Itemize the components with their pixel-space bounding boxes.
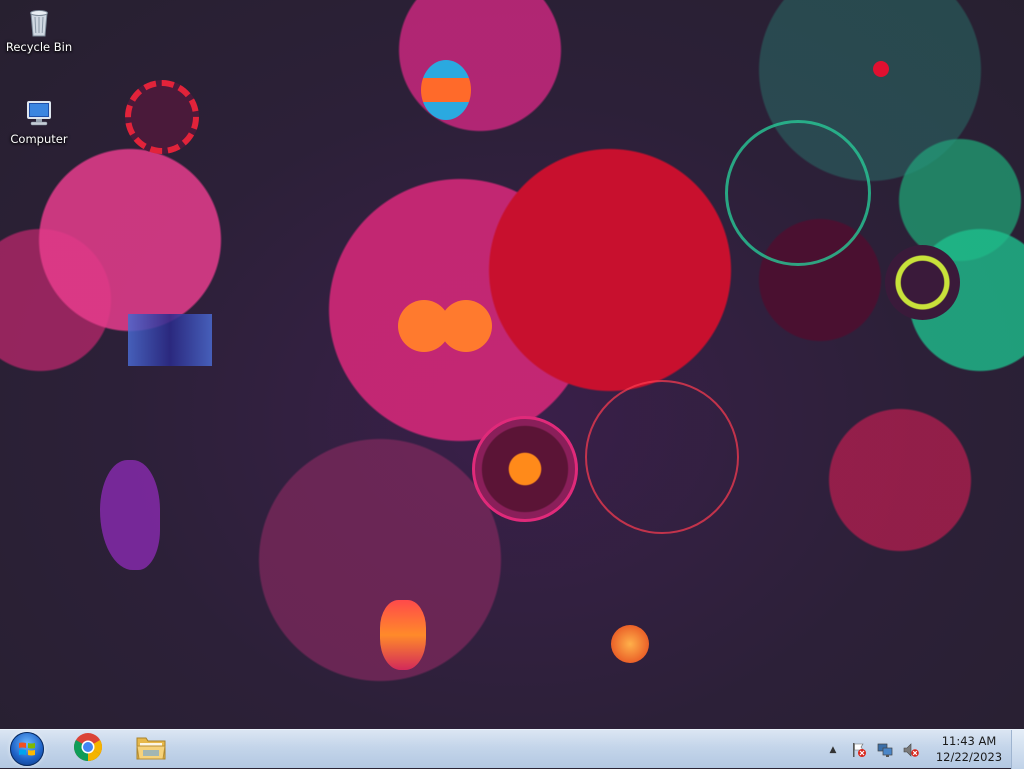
show-desktop-button[interactable] bbox=[1011, 730, 1024, 769]
desktop-icon-recycle-bin[interactable]: Recycle Bin bbox=[3, 6, 75, 54]
wallpaper-striped-ball bbox=[885, 245, 960, 320]
computer-icon bbox=[23, 98, 55, 130]
wallpaper-blue-square bbox=[128, 314, 212, 366]
taskbar-file-explorer-button[interactable] bbox=[123, 732, 179, 766]
start-button[interactable] bbox=[2, 732, 52, 766]
wallpaper-sun-shape bbox=[125, 80, 199, 154]
action-center-flag-icon[interactable] bbox=[851, 742, 867, 758]
recycle-bin-icon bbox=[23, 6, 55, 38]
wallpaper-vase bbox=[380, 600, 426, 670]
clock-time: 11:43 AM bbox=[941, 734, 997, 748]
taskbar: ▲ 11:43 AM 12/22/2023 bbox=[0, 729, 1024, 769]
wallpaper-red-spiral bbox=[585, 380, 739, 534]
volume-muted-icon[interactable] bbox=[903, 742, 919, 758]
windows-start-orb-icon bbox=[10, 732, 44, 766]
desktop-wallpaper[interactable]: Recycle Bin Computer bbox=[0, 0, 1024, 729]
wallpaper-green-swirl bbox=[725, 120, 871, 266]
wallpaper-heart-right bbox=[440, 300, 492, 352]
desktop-icon-computer[interactable]: Computer bbox=[3, 98, 75, 146]
wallpaper-purple-drop bbox=[100, 460, 160, 570]
show-hidden-icons-button[interactable]: ▲ bbox=[825, 742, 841, 758]
system-tray: ▲ bbox=[820, 730, 924, 769]
recycle-bin-label: Recycle Bin bbox=[5, 40, 73, 54]
clock-date: 12/22/2023 bbox=[935, 750, 1003, 764]
network-icon[interactable] bbox=[877, 742, 893, 758]
wallpaper-orange-orb bbox=[421, 60, 471, 120]
folder-icon bbox=[135, 733, 167, 765]
taskbar-clock[interactable]: 11:43 AM 12/22/2023 bbox=[934, 733, 1004, 765]
taskbar-chrome-button[interactable] bbox=[60, 732, 116, 766]
wallpaper-red-dot bbox=[873, 61, 889, 77]
wallpaper-dark-sphere bbox=[472, 416, 578, 522]
chrome-icon bbox=[73, 732, 103, 766]
wallpaper-small-orange-ball bbox=[611, 625, 649, 663]
computer-label: Computer bbox=[10, 132, 68, 146]
